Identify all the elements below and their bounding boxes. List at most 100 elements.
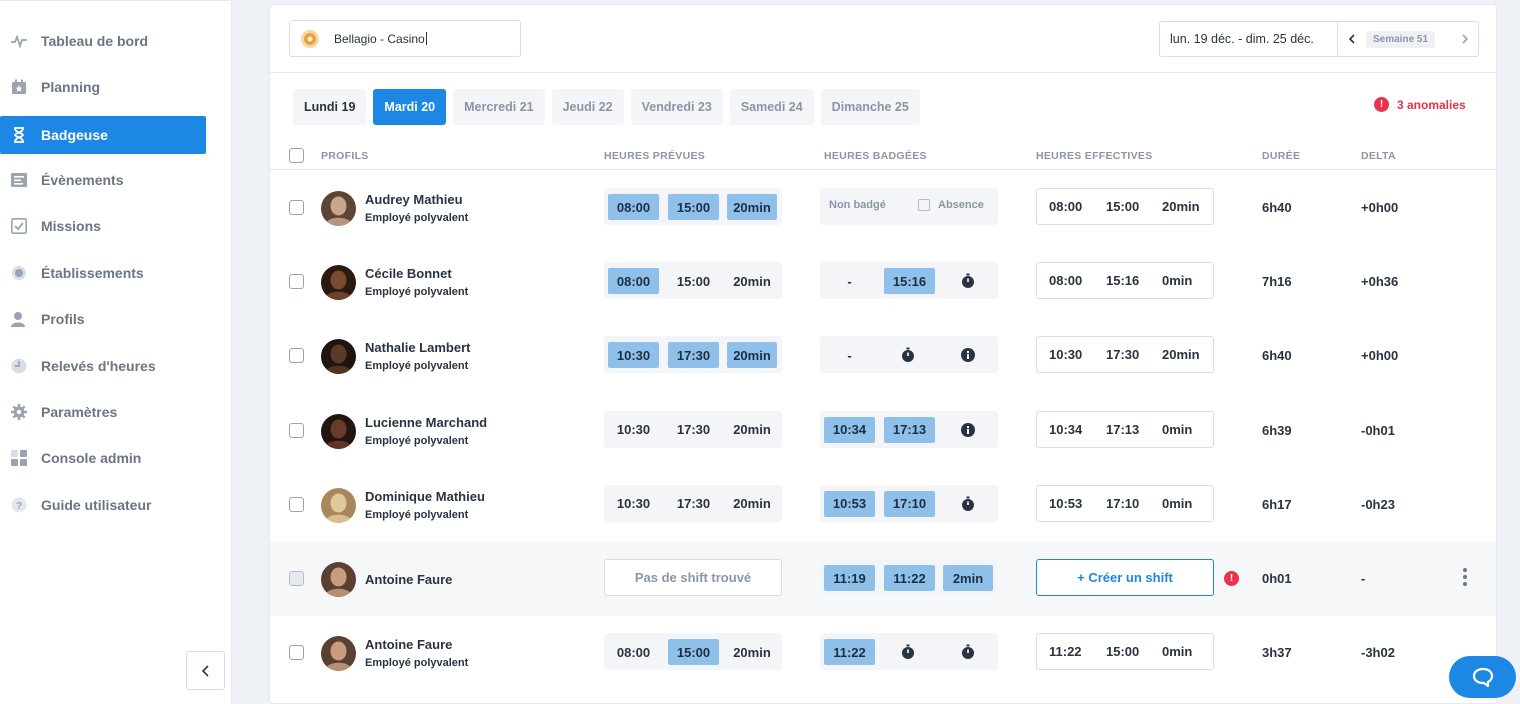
table-row[interactable]: Cécile Bonnet Employé polyvalent 08:00 15:… <box>270 245 1496 319</box>
sidebar-item-etablissements[interactable]: Établissements <box>0 254 206 292</box>
delta-value: +0h00 <box>1361 200 1399 215</box>
effective-end[interactable]: 17:30 <box>1106 347 1139 362</box>
grid-icon <box>10 449 28 467</box>
effective-hours[interactable]: 10:34 17:13 0min <box>1036 410 1214 448</box>
row-checkbox[interactable] <box>289 645 304 661</box>
effective-start[interactable]: 11:22 <box>1049 644 1082 659</box>
checklist-icon <box>10 217 28 235</box>
help-icon: ? <box>10 496 28 514</box>
timer-icon <box>962 496 974 511</box>
effective-break[interactable]: 20min <box>1162 199 1200 214</box>
badged-break: 2min <box>943 565 993 591</box>
employee-name[interactable]: Dominique Mathieu <box>365 489 485 504</box>
table-row[interactable]: Audrey Mathieu Employé polyvalent 08:00 15… <box>270 171 1496 245</box>
badged-end: 17:13 <box>884 416 935 443</box>
tab-mercredi[interactable]: Mercredi 21 <box>453 89 545 125</box>
tab-dimanche[interactable]: Dimanche 25 <box>820 89 920 125</box>
row-checkbox[interactable] <box>289 274 304 290</box>
table-row[interactable]: Antoine Faure Employé polyvalent 08:00 15:… <box>270 616 1496 690</box>
tab-samedi[interactable]: Samedi 24 <box>729 89 814 125</box>
avatar <box>321 413 356 449</box>
sidebar-item-profils[interactable]: Profils <box>0 300 206 338</box>
row-checkbox[interactable] <box>289 496 304 512</box>
employee-name[interactable]: Antoine Faure <box>365 637 452 652</box>
effective-end[interactable]: 17:10 <box>1106 496 1139 511</box>
effective-start[interactable]: 08:00 <box>1049 199 1082 214</box>
effective-start[interactable]: 10:34 <box>1049 422 1082 437</box>
sidebar-item-label: Missions <box>41 218 101 234</box>
employee-name[interactable]: Nathalie Lambert <box>365 340 470 355</box>
table-row[interactable]: Antoine Faure Pas de shift trouvé 11:19 11… <box>270 542 1496 616</box>
sidebar-item-parametres[interactable]: Paramètres <box>0 393 206 431</box>
row-checkbox[interactable] <box>289 571 304 586</box>
row-checkbox[interactable] <box>289 200 304 215</box>
absence-label: Absence <box>938 199 984 211</box>
effective-break[interactable]: 0min <box>1162 644 1192 659</box>
non-badge-label: Non badgé <box>829 199 886 211</box>
tab-jeudi[interactable]: Jeudi 22 <box>551 89 624 125</box>
create-shift-button[interactable]: + Créer un shift <box>1036 559 1214 596</box>
tab-lundi[interactable]: Lundi 19 <box>293 89 367 125</box>
anomalies-link[interactable]: ! 3 anomalies <box>1374 97 1466 112</box>
employee-name[interactable]: Cécile Bonnet <box>365 266 452 281</box>
employee-name[interactable]: Audrey Mathieu <box>365 192 463 207</box>
sidebar-item-releves-heures[interactable]: Relevés d'heures <box>0 347 206 385</box>
row-checkbox[interactable] <box>289 348 304 364</box>
effective-hours[interactable]: 08:00 15:16 0min <box>1036 262 1214 300</box>
effective-start[interactable]: 10:53 <box>1049 496 1082 511</box>
planned-end: 17:30 <box>668 342 719 369</box>
row-checkbox[interactable] <box>289 422 304 438</box>
list-icon <box>10 171 28 189</box>
sidebar-item-tableau-de-bord[interactable]: Tableau de bord <box>0 22 206 60</box>
effective-end[interactable]: 15:00 <box>1106 199 1139 214</box>
more-options-icon[interactable] <box>1457 567 1473 587</box>
tab-mardi[interactable]: Mardi 20 <box>373 89 447 125</box>
sidebar-item-badgeuse[interactable]: Badgeuse <box>0 116 206 154</box>
sidebar-item-console-admin[interactable]: Console admin <box>0 439 206 477</box>
duration-value: 7h16 <box>1262 274 1292 290</box>
week-range[interactable]: lun. 19 déc. - dim. 25 déc. <box>1160 22 1338 56</box>
planned-break: 20min <box>733 273 771 289</box>
sidebar-item-missions[interactable]: Missions <box>0 207 206 245</box>
effective-hours[interactable]: 11:22 15:00 0min <box>1036 633 1214 671</box>
employee-name[interactable]: Lucienne Marchand <box>365 415 487 430</box>
effective-hours[interactable]: 10:30 17:30 20min <box>1036 336 1214 374</box>
absence-checkbox[interactable]: Absence <box>918 199 984 211</box>
badged-start: - <box>847 273 852 289</box>
effective-hours[interactable]: 08:00 15:00 20min <box>1036 188 1214 225</box>
select-all-checkbox[interactable] <box>289 148 304 163</box>
info-icon[interactable] <box>960 422 976 438</box>
badged-hours: - 15:16 <box>820 262 998 300</box>
info-icon[interactable] <box>960 347 976 363</box>
badged-hours: 10:53 17:10 <box>820 484 998 522</box>
table-row[interactable]: Lucienne Marchand Employé polyvalent 10:3… <box>270 394 1496 468</box>
effective-start[interactable]: 08:00 <box>1049 273 1082 288</box>
sidebar-item-label: Profils <box>41 311 85 327</box>
employee-name[interactable]: Antoine Faure <box>365 572 452 587</box>
effective-break[interactable]: 20min <box>1162 347 1200 362</box>
table-row[interactable]: Nathalie Lambert Employé polyvalent 10:30… <box>270 319 1496 393</box>
effective-end[interactable]: 17:13 <box>1106 422 1139 437</box>
site-select[interactable]: Bellagio - Casino <box>289 20 521 57</box>
timer-icon <box>902 347 914 363</box>
duration-value: 6h40 <box>1262 348 1292 364</box>
table-row[interactable]: Dominique Mathieu Employé polyvalent 10:3… <box>270 468 1496 542</box>
support-chat-button[interactable] <box>1449 656 1516 698</box>
sidebar-item-guide-utilisateur[interactable]: ? Guide utilisateur <box>0 486 206 524</box>
effective-break[interactable]: 0min <box>1162 273 1192 288</box>
effective-end[interactable]: 15:16 <box>1106 273 1139 288</box>
sidebar-item-evenements[interactable]: Évènements <box>0 161 206 199</box>
effective-hours[interactable]: 10:53 17:10 0min <box>1036 484 1214 522</box>
toolbar: Bellagio - Casino lun. 19 déc. - dim. 25… <box>270 5 1496 73</box>
collapse-sidebar-button[interactable] <box>186 651 225 690</box>
sidebar-item-planning[interactable]: Planning <box>0 68 206 106</box>
effective-break[interactable]: 0min <box>1162 422 1192 437</box>
next-week-button[interactable] <box>1450 22 1478 56</box>
effective-end[interactable]: 15:00 <box>1106 644 1139 659</box>
previous-week-button[interactable] <box>1338 22 1366 56</box>
avatar <box>321 562 356 597</box>
tab-vendredi[interactable]: Vendredi 23 <box>630 89 723 125</box>
effective-start[interactable]: 10:30 <box>1049 347 1082 362</box>
checkbox-box <box>918 199 930 211</box>
effective-break[interactable]: 0min <box>1162 496 1192 511</box>
